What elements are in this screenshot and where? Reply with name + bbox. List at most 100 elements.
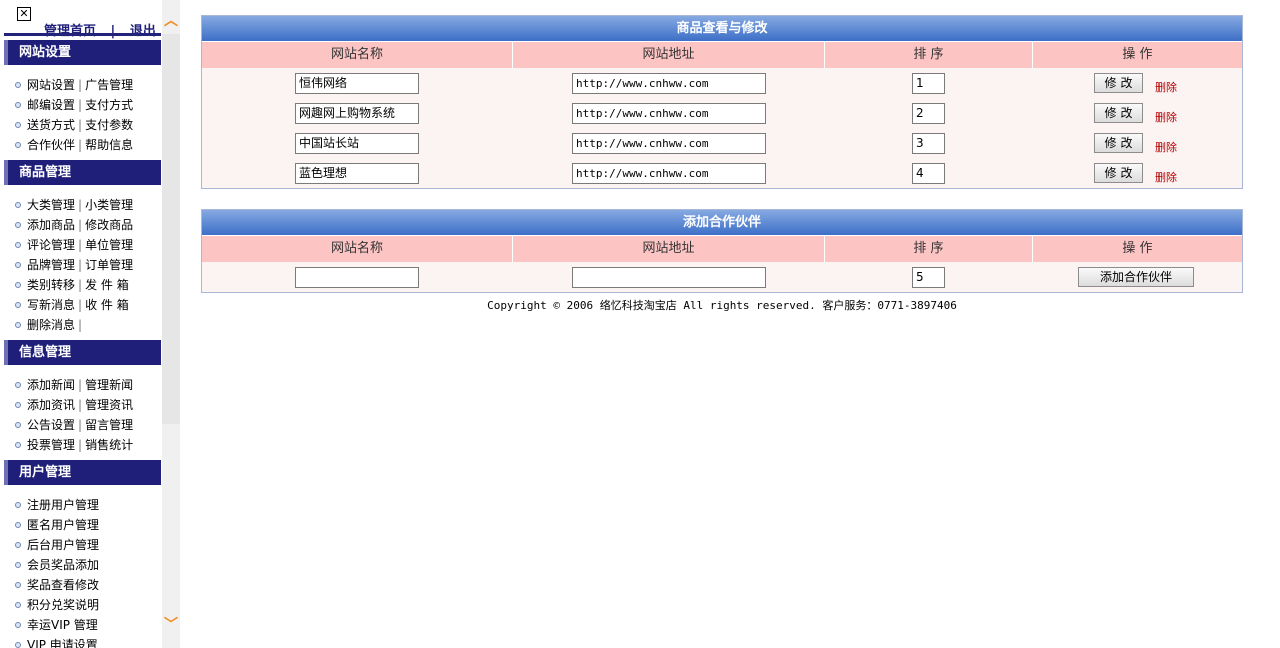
bullet-icon <box>15 82 21 88</box>
site-url-input[interactable]: http://www.cnhww.com <box>572 132 766 154</box>
logout-link[interactable]: 退出 <box>130 24 156 39</box>
sidebar-item[interactable]: 积分兑奖说明 <box>27 598 99 612</box>
table-row: 蓝色理想 http://www.cnhww.com 4 修改 删除 <box>202 158 1242 188</box>
sidebar-item[interactable]: 支付参数 <box>85 118 133 132</box>
top-separator: | <box>110 24 116 39</box>
new-order-input[interactable]: 5 <box>912 266 945 288</box>
order-input[interactable]: 1 <box>912 72 945 94</box>
bullet-icon <box>15 222 21 228</box>
top-links: 管理首页 | 退出 <box>44 20 156 39</box>
sidebar-row: 公告设置 | 留言管理 <box>4 415 161 435</box>
sidebar-item[interactable]: 单位管理 <box>85 238 133 252</box>
site-name-input[interactable]: 蓝色理想 <box>295 162 419 184</box>
close-icon[interactable]: ✕ <box>17 7 31 21</box>
site-url-input[interactable]: http://www.cnhww.com <box>572 72 766 94</box>
sidebar-item[interactable]: 送货方式 <box>27 118 75 132</box>
sidebar-header-product-management[interactable]: 商品管理 <box>4 160 161 185</box>
sidebar-row: 类别转移 | 发 件 箱 <box>4 275 161 295</box>
sidebar-item[interactable]: 添加新闻 <box>27 378 75 392</box>
sidebar-row: 投票管理 | 销售统计 <box>4 435 161 455</box>
order-input[interactable]: 3 <box>912 132 945 154</box>
sidebar-item[interactable]: 销售统计 <box>85 438 133 452</box>
sidebar-item[interactable]: 写新消息 <box>27 298 75 312</box>
partner-add-panel: 添加合作伙伴 网站名称 网站地址 排 序 操 作 5 添加合作伙伴 <box>201 209 1243 293</box>
sidebar-item[interactable]: 添加资讯 <box>27 398 75 412</box>
sidebar-item[interactable]: VIP 申请设置 <box>27 638 98 648</box>
panel-title: 添加合作伙伴 <box>202 210 1242 236</box>
top-underline <box>4 33 161 36</box>
delete-link[interactable]: 删除 <box>1155 139 1177 155</box>
sidebar-header-user-management[interactable]: 用户管理 <box>4 460 161 485</box>
new-site-url-input[interactable] <box>572 266 766 288</box>
edit-button[interactable]: 修改 <box>1094 133 1143 153</box>
sidebar-item[interactable]: 修改商品 <box>85 218 133 232</box>
order-input[interactable]: 4 <box>912 162 945 184</box>
bullet-icon <box>15 142 21 148</box>
sidebar-item[interactable]: 品牌管理 <box>27 258 75 272</box>
sidebar-item[interactable]: 投票管理 <box>27 438 75 452</box>
sidebar-item[interactable]: 邮编设置 <box>27 98 75 112</box>
sidebar-header-info-management[interactable]: 信息管理 <box>4 340 161 365</box>
sidebar-header-site-settings[interactable]: 网站设置 <box>4 40 161 65</box>
site-name-input[interactable]: 网趣网上购物系统 <box>295 102 419 124</box>
sidebar-item[interactable]: 小类管理 <box>85 198 133 212</box>
site-name-input[interactable]: 中国站长站 <box>295 132 419 154</box>
add-partner-button[interactable]: 添加合作伙伴 <box>1078 267 1194 287</box>
sidebar-item[interactable]: 添加商品 <box>27 218 75 232</box>
sidebar-item[interactable]: 留言管理 <box>85 418 133 432</box>
home-link[interactable]: 管理首页 <box>44 24 96 39</box>
site-name-input[interactable]: 恒伟网络 <box>295 72 419 94</box>
sidebar-item[interactable]: 网站设置 <box>27 78 75 92</box>
table-header-row: 网站名称 网站地址 排 序 操 作 <box>202 42 1242 68</box>
table-row: 恒伟网络 http://www.cnhww.com 1 修改 删除 <box>202 68 1242 98</box>
delete-link[interactable]: 删除 <box>1155 169 1177 185</box>
sidebar-item[interactable]: 评论管理 <box>27 238 75 252</box>
sidebar-item[interactable]: 帮助信息 <box>85 138 133 152</box>
delete-link[interactable]: 删除 <box>1155 79 1177 95</box>
sidebar-item[interactable]: 后台用户管理 <box>27 538 99 552</box>
sidebar-item[interactable]: 注册用户管理 <box>27 498 99 512</box>
scroll-down-arrow-icon[interactable]: ﹀ <box>164 618 178 632</box>
sidebar-item[interactable]: 公告设置 <box>27 418 75 432</box>
sidebar-item[interactable]: 广告管理 <box>85 78 133 92</box>
bullet-icon <box>15 202 21 208</box>
site-url-input[interactable]: http://www.cnhww.com <box>572 102 766 124</box>
pipe-separator: | <box>78 278 83 292</box>
column-header-site-name: 网站名称 <box>202 42 513 68</box>
sidebar-item[interactable]: 管理新闻 <box>85 378 133 392</box>
sidebar-item[interactable]: 收 件 箱 <box>85 298 129 312</box>
pipe-separator: | <box>78 118 83 132</box>
sidebar-item[interactable]: 管理资讯 <box>85 398 133 412</box>
partner-edit-panel: 商品查看与修改 网站名称 网站地址 排 序 操 作 恒伟网络 http://ww… <box>201 15 1243 189</box>
sidebar-item[interactable]: 发 件 箱 <box>85 278 129 292</box>
pipe-separator: | <box>78 318 83 332</box>
edit-button[interactable]: 修改 <box>1094 103 1143 123</box>
order-input[interactable]: 2 <box>912 102 945 124</box>
site-url-input[interactable]: http://www.cnhww.com <box>572 162 766 184</box>
sidebar-item[interactable]: 奖品查看修改 <box>27 578 99 592</box>
new-site-name-input[interactable] <box>295 266 419 288</box>
sidebar-item[interactable]: 订单管理 <box>85 258 133 272</box>
sidebar-item[interactable]: 支付方式 <box>85 98 133 112</box>
sidebar-item[interactable]: 类别转移 <box>27 278 75 292</box>
bullet-icon <box>15 262 21 268</box>
bullet-icon <box>15 562 21 568</box>
pipe-separator: | <box>78 238 83 252</box>
sidebar-item[interactable]: 大类管理 <box>27 198 75 212</box>
sidebar-item[interactable]: 删除消息 <box>27 318 75 332</box>
edit-button[interactable]: 修改 <box>1094 73 1143 93</box>
scroll-track[interactable] <box>162 34 180 424</box>
sidebar-row: 积分兑奖说明 <box>4 595 161 615</box>
scroll-up-arrow-icon[interactable]: ︿ <box>164 14 178 28</box>
table-row: 网趣网上购物系统 http://www.cnhww.com 2 修改 删除 <box>202 98 1242 128</box>
sidebar-item[interactable]: 会员奖品添加 <box>27 558 99 572</box>
sidebar-item[interactable]: 合作伙伴 <box>27 138 75 152</box>
sidebar-row: 幸运VIP 管理 <box>4 615 161 635</box>
edit-button[interactable]: 修改 <box>1094 163 1143 183</box>
sidebar-item[interactable]: 匿名用户管理 <box>27 518 99 532</box>
bullet-icon <box>15 582 21 588</box>
delete-link[interactable]: 删除 <box>1155 109 1177 125</box>
sidebar-row: 大类管理 | 小类管理 <box>4 195 161 215</box>
sidebar-item[interactable]: 幸运VIP 管理 <box>27 618 98 632</box>
sidebar-list-site-settings: 网站设置 | 广告管理 邮编设置 | 支付方式 送货方式 | 支付参数 合作伙伴 | 帮助信息 <box>4 75 161 155</box>
